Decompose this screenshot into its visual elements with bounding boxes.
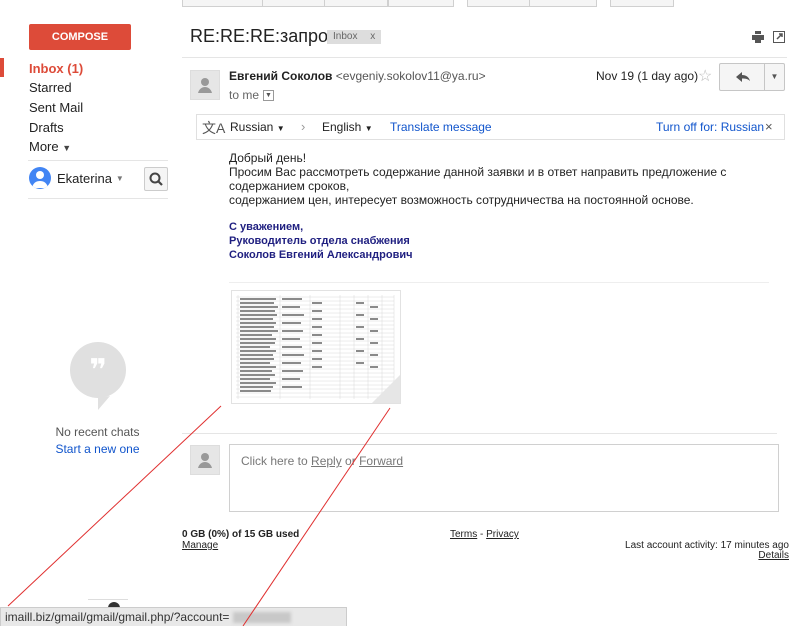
reply-prompt-or: or xyxy=(341,454,360,468)
toolbar-button-stub[interactable] xyxy=(262,0,326,7)
person-icon xyxy=(198,78,212,93)
chevron-down-icon: ▼ xyxy=(62,143,72,153)
storage-usage: 0 GB (0%) of 15 GB used xyxy=(182,529,300,540)
sender-line: Евгений Соколов <evgeniy.sokolov11@ya.ru… xyxy=(229,69,486,83)
compose-button[interactable]: COMPOSE xyxy=(29,24,131,50)
more-actions-chevron-icon[interactable]: ▼ xyxy=(765,64,784,90)
toolbar-button-stub[interactable] xyxy=(388,0,454,7)
svg-text:❞: ❞ xyxy=(89,353,107,388)
terms-link[interactable]: Terms xyxy=(450,529,477,540)
signature-line: С уважением, xyxy=(229,221,304,233)
reply-divider xyxy=(182,433,777,434)
forward-link[interactable]: Forward xyxy=(359,454,403,468)
toolbar-button-stub[interactable] xyxy=(324,0,388,7)
sidebar-item-more[interactable]: More ▼ xyxy=(29,139,71,154)
reply-prompt-prefix: Click here to xyxy=(241,454,312,468)
chevron-down-icon: ▼ xyxy=(276,124,285,133)
reply-box[interactable]: Click here to Reply or Forward xyxy=(229,444,779,512)
browser-status-bar: imaill.biz/gmail/gmail/gmail.php/?accoun… xyxy=(0,607,347,626)
people-search-button[interactable] xyxy=(144,167,168,191)
details-dropdown-icon[interactable]: ▼ xyxy=(263,89,275,101)
chevron-right-icon: › xyxy=(301,119,306,134)
manage-storage-link[interactable]: Manage xyxy=(182,540,218,551)
signature-line: Руководитель отдела снабжения xyxy=(229,235,410,247)
source-language-select[interactable]: Russian ▼ xyxy=(230,120,285,134)
inbox-label-chip[interactable]: Inbox x xyxy=(327,30,382,44)
reply-button[interactable] xyxy=(720,64,765,90)
redacted-account xyxy=(232,612,291,624)
close-icon[interactable]: × xyxy=(765,119,773,134)
person-icon xyxy=(198,453,212,468)
body-line: Просим Вас рассмотреть содержание данной… xyxy=(229,165,727,179)
reply-prompt: Click here to Reply or Forward xyxy=(241,454,403,468)
details-link[interactable]: Details xyxy=(560,550,789,561)
new-window-icon[interactable] xyxy=(773,31,785,46)
star-icon[interactable]: ☆ xyxy=(698,66,712,86)
sender-avatar xyxy=(190,70,220,100)
attachment-thumbnail[interactable] xyxy=(231,290,401,404)
remove-label-icon[interactable]: x xyxy=(370,31,375,42)
header-divider xyxy=(182,57,787,58)
footer-separator: - xyxy=(477,529,487,540)
email-date: Nov 19 (1 day ago) xyxy=(596,69,699,83)
my-avatar xyxy=(190,445,220,475)
turn-off-translate-link[interactable]: Turn off for: Russian xyxy=(656,120,764,134)
email-body: Добрый день! Просим Вас рассмотреть соде… xyxy=(229,151,726,207)
target-language-select[interactable]: English ▼ xyxy=(322,120,373,134)
source-language-label: Russian xyxy=(230,120,274,134)
toolbar-button-stub[interactable] xyxy=(182,0,264,7)
sender-email: <evgeniy.sokolov11@ya.ru> xyxy=(335,69,486,83)
chevron-down-icon: ▼ xyxy=(364,124,373,133)
target-language-label: English xyxy=(322,120,362,134)
start-chat-link[interactable]: Start a new one xyxy=(0,442,195,456)
translate-icon: 文A xyxy=(202,120,226,136)
sender-name: Евгений Соколов xyxy=(229,69,333,83)
toolbar-button-stub[interactable] xyxy=(529,0,597,7)
annotation-line xyxy=(242,407,391,626)
search-icon xyxy=(149,172,163,186)
sidebar-item-sent-mail[interactable]: Sent Mail xyxy=(29,100,83,115)
no-chats-text: No recent chats xyxy=(55,425,140,439)
label-text: Inbox xyxy=(333,31,358,42)
body-line: содержанием сроков, xyxy=(229,179,350,193)
toolbar-button-stub[interactable] xyxy=(610,0,674,7)
body-line: содержанием цен, интересует возможность … xyxy=(229,193,694,207)
translate-message-link[interactable]: Translate message xyxy=(390,120,492,134)
annotation-overlay xyxy=(7,405,391,626)
toolbar-button-stub[interactable] xyxy=(467,0,531,7)
sidebar-divider xyxy=(28,198,168,199)
sidebar-divider xyxy=(28,160,168,161)
user-name: Ekaterina xyxy=(57,170,112,186)
email-signature: С уважением, Руководитель отдела снабжен… xyxy=(229,220,412,262)
recipient-line[interactable]: to me ▼ xyxy=(229,88,275,102)
signature-line: Соколов Евгений Александрович xyxy=(229,249,413,261)
spreadsheet-preview xyxy=(234,293,400,403)
active-nav-indicator xyxy=(0,58,4,77)
recipient-text: to me xyxy=(229,88,260,102)
print-icon[interactable] xyxy=(752,31,764,46)
person-icon xyxy=(32,171,48,188)
privacy-link[interactable]: Privacy xyxy=(486,529,519,540)
sidebar-item-starred[interactable]: Starred xyxy=(29,80,72,95)
sidebar-item-inbox[interactable]: Inbox (1) xyxy=(29,61,83,76)
hangouts-icon: ❞ xyxy=(70,342,126,410)
chevron-down-icon: ▼ xyxy=(115,173,124,183)
footer-links: Terms - Privacy xyxy=(450,529,519,540)
status-url: imaill.biz/gmail/gmail/gmail.php/?accoun… xyxy=(5,610,230,624)
reply-link[interactable]: Reply xyxy=(311,454,342,468)
sidebar-item-drafts[interactable]: Drafts xyxy=(29,120,64,135)
email-subject: RE:RE:RE:запрос xyxy=(190,26,338,46)
user-avatar xyxy=(29,167,51,189)
body-line: Добрый день! xyxy=(229,151,307,165)
user-switcher[interactable]: Ekaterina ▼ xyxy=(29,167,124,189)
translate-bar: 文A Russian ▼ › English ▼ Translate messa… xyxy=(196,114,785,140)
reply-button-group[interactable]: ▼ xyxy=(719,63,785,91)
reply-icon xyxy=(736,72,750,82)
attachment-divider xyxy=(229,282,769,283)
sidebar-item-more-label: More xyxy=(29,139,59,154)
